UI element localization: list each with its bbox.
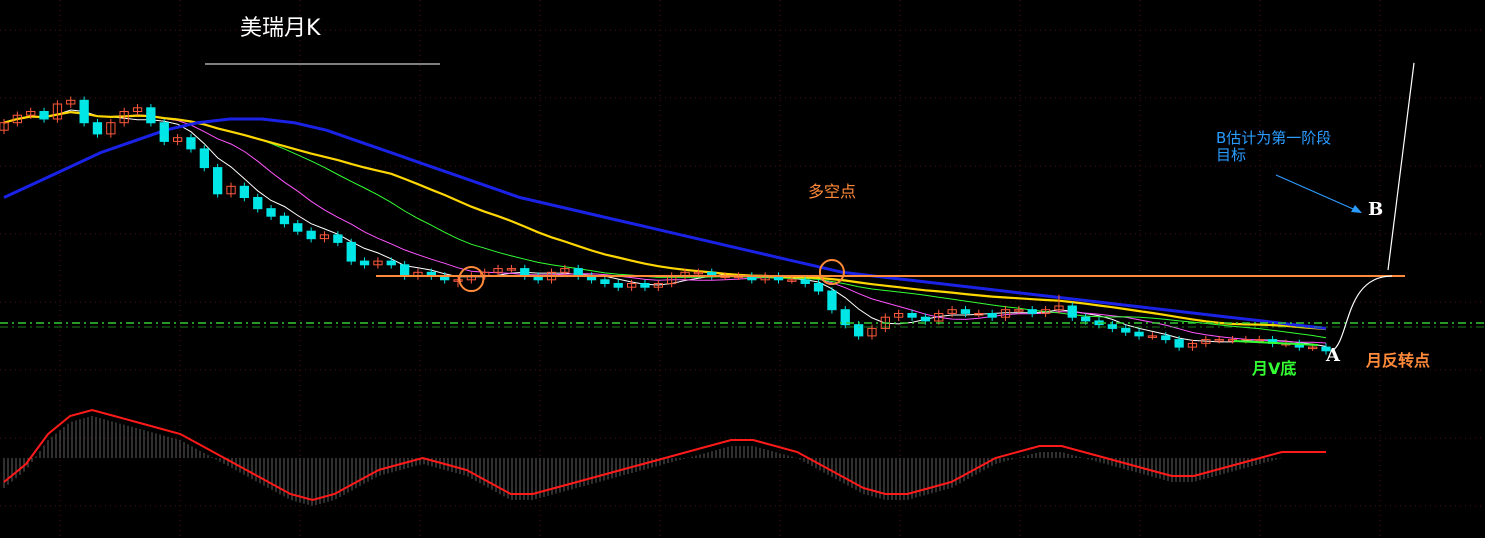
candle-body: [987, 313, 997, 318]
candle-body: [266, 208, 276, 217]
target-arrow: [1275, 174, 1361, 213]
candle-body: [213, 167, 223, 195]
candle-body: [1107, 324, 1117, 329]
candle-body: [293, 223, 303, 232]
candle-body: [199, 148, 209, 169]
support-resistance-lines: [0, 63, 1485, 346]
candle-body: [186, 137, 196, 150]
candle-body: [573, 268, 583, 277]
candle-body: [827, 290, 837, 311]
candle-body: [239, 185, 249, 199]
stock-chart: [0, 0, 1485, 538]
chart-title: 美瑞月K: [240, 16, 321, 41]
candlesticks: [0, 96, 1331, 355]
candle-body: [359, 260, 370, 266]
candle-body: [1161, 335, 1171, 341]
candle-body: [253, 197, 263, 210]
candle-body: [920, 316, 931, 322]
candle-body: [146, 107, 156, 124]
candle-body: [333, 234, 343, 243]
candle-body: [907, 313, 917, 318]
candle-body: [800, 279, 810, 284]
candle-body: [1134, 331, 1144, 337]
candle-body: [400, 264, 410, 277]
candle-body: [39, 111, 49, 120]
candle-body: [386, 260, 396, 266]
candle-body: [640, 283, 650, 288]
candle-body: [92, 122, 103, 135]
candle-body: [1027, 309, 1037, 314]
macd-line: [3, 408, 1326, 502]
candle-body: [1174, 339, 1184, 348]
candle-body: [813, 283, 824, 292]
ma-line: [3, 110, 1327, 331]
moving-averages: [3, 109, 1327, 347]
candle-body: [520, 268, 530, 277]
annotations: [458, 62, 1415, 352]
reversal-label: 月反转点: [1366, 351, 1431, 370]
candle-body: [613, 283, 623, 288]
candle-body: [79, 99, 89, 124]
candle-body: [346, 241, 356, 262]
target-annotation-line2: 目标: [1216, 146, 1247, 164]
point-b-label: B: [1368, 199, 1384, 220]
projection-curve: [1331, 275, 1393, 352]
duo-kong-label: 多空点: [808, 182, 857, 201]
candle-body: [1067, 305, 1077, 318]
macd-panel: [3, 408, 1326, 506]
v-bottom-label: 月V底: [1252, 359, 1297, 378]
ma-line: [3, 109, 1327, 347]
candle-body: [1121, 327, 1131, 333]
point-a-label: A: [1326, 345, 1340, 366]
candle-body: [159, 122, 169, 142]
candle-body: [600, 279, 610, 284]
candle-body: [279, 215, 290, 225]
candle-body: [306, 230, 316, 240]
candle-body: [1081, 316, 1091, 322]
candle-body: [854, 324, 864, 337]
target-annotation-line1: B估计为第一阶段: [1216, 129, 1332, 147]
candle-body: [960, 309, 971, 314]
